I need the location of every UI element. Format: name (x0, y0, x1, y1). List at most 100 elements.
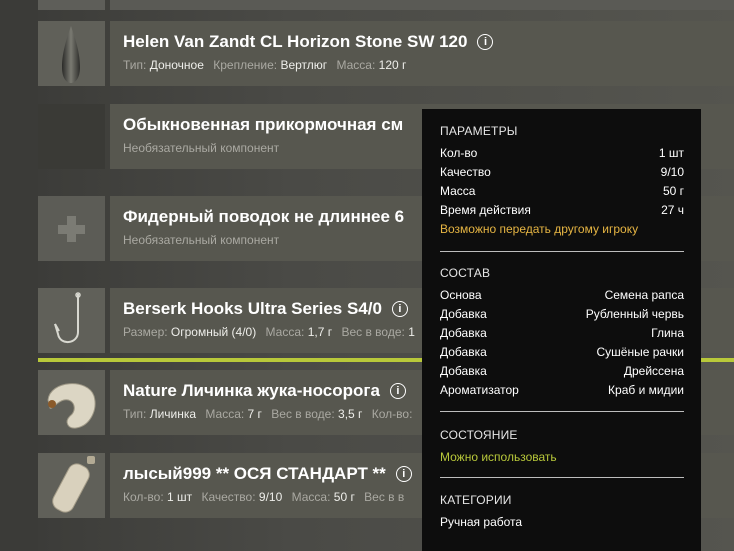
prop-value: Вертлюг (280, 58, 328, 72)
composition-row: Ароматизатор Краб и мидии (440, 383, 684, 397)
item-panel[interactable] (110, 21, 734, 86)
prop-key: Качество: (201, 490, 256, 504)
prop-key: Масса: (205, 407, 245, 421)
item-title: Обыкновенная прикормочная см (123, 115, 404, 134)
prop-value: 1 (408, 325, 415, 339)
prop-value: 1,7 г (307, 325, 333, 339)
item-title: Nature Личинка жука-носорога i (123, 381, 406, 401)
composition-label: Добавка (440, 307, 487, 321)
composition-row: Добавка Дрейссена (440, 364, 684, 378)
param-row: Масса 50 г (440, 184, 684, 198)
prop-key: Масса: (265, 325, 305, 339)
bait-thumb[interactable] (38, 453, 105, 518)
info-icon[interactable]: i (391, 301, 408, 317)
item-title: Фидерный поводок не длиннее 6 (123, 207, 405, 226)
prop-key: Вес в в (364, 490, 405, 504)
previous-row-panel (110, 0, 734, 10)
composition-row: Добавка Рубленный червь (440, 307, 684, 321)
composition-value: Дрейссена (623, 364, 684, 378)
item-title-text: лысый999 ** ОСЯ СТАНДАРТ ** (123, 464, 386, 483)
composition-value: Краб и мидии (608, 383, 684, 397)
divider (440, 477, 684, 478)
item-title-text: Nature Личинка жука-носорога (123, 381, 380, 400)
left-strip (0, 0, 38, 551)
plus-icon (58, 216, 85, 242)
item-props: Тип: Доночное Крепление: Вертлюг Масса: … (123, 58, 406, 72)
item-note: Необязательный компонент (123, 141, 280, 155)
composition-label: Добавка (440, 364, 487, 378)
param-value: 27 ч (661, 203, 684, 217)
prop-value: Огромный (4/0) (170, 325, 257, 339)
composition-label: Ароматизатор (440, 383, 519, 397)
prop-key: Кол-во: (123, 490, 164, 504)
state-value: Можно использовать (440, 450, 557, 464)
item-title-text: Berserk Hooks Ultra Series S4/0 (123, 299, 382, 318)
param-label: Время действия (440, 203, 531, 217)
param-value: 1 шт (658, 146, 684, 160)
item-title-text: Helen Van Zandt CL Horizon Stone SW 120 (123, 32, 468, 51)
info-icon[interactable]: i (389, 383, 406, 399)
add-slot[interactable] (38, 196, 105, 261)
categories-value: Ручная работа (440, 515, 523, 529)
param-row: Качество 9/10 (440, 165, 684, 179)
prop-key: Вес в воде: (341, 325, 405, 339)
prop-key: Крепление: (213, 58, 278, 72)
item-row-sinker[interactable]: Helen Van Zandt CL Horizon Stone SW 120 i… (38, 21, 734, 86)
sinker-icon (62, 26, 80, 83)
hook-thumb[interactable] (38, 288, 105, 353)
divider (440, 251, 684, 252)
param-value: 50 г (662, 184, 684, 198)
prop-value: 9/10 (258, 490, 283, 504)
param-label: Масса (440, 184, 476, 198)
info-icon[interactable]: i (477, 34, 494, 50)
composition-label: Добавка (440, 345, 487, 359)
composition-value: Семена рапса (604, 288, 684, 302)
item-title: лысый999 ** ОСЯ СТАНДАРТ ** i (123, 464, 412, 484)
prop-key: Размер: (123, 325, 168, 339)
transfer-note: Возможно передать другому игроку (440, 222, 639, 236)
item-title: Helen Van Zandt CL Horizon Stone SW 120 i (123, 32, 494, 52)
prop-value: 7 г (247, 407, 262, 421)
composition-label: Добавка (440, 326, 487, 340)
empty-slot[interactable] (38, 104, 105, 169)
composition-value: Рубленный червь (585, 307, 684, 321)
params-title: ПАРАМЕТРЫ (440, 124, 518, 138)
composition-label: Основа (440, 288, 482, 302)
item-note: Необязательный компонент (123, 233, 280, 247)
param-row: Кол-во 1 шт (440, 146, 684, 160)
prop-value: 50 г (333, 490, 355, 504)
bait-ball-icon (52, 456, 95, 513)
prop-value: 3,5 г (338, 407, 363, 421)
previous-row-edge (38, 0, 734, 10)
prop-value: Доночное (149, 58, 204, 72)
composition-title: СОСТАВ (440, 266, 491, 280)
item-title: Berserk Hooks Ultra Series S4/0 i (123, 299, 408, 319)
prop-value: 1 шт (167, 490, 193, 504)
info-icon[interactable]: i (395, 466, 412, 482)
prop-key: Масса: (336, 58, 376, 72)
composition-row: Добавка Сушёные рачки (440, 345, 684, 359)
param-value: 9/10 (660, 165, 684, 179)
prop-value: Личинка (149, 407, 197, 421)
composition-value: Глина (651, 326, 684, 340)
item-props: Тип: Личинка Масса: 7 г Вес в воде: 3,5 … (123, 407, 412, 421)
previous-row-thumb (38, 0, 105, 10)
prop-key: Кол-во: (371, 407, 413, 421)
composition-row: Основа Семена рапса (440, 288, 684, 302)
param-label: Кол-во (440, 146, 478, 160)
prop-key: Тип: (123, 58, 147, 72)
item-props: Кол-во: 1 шт Качество: 9/10 Масса: 50 г … (123, 490, 404, 504)
composition-value: Сушёные рачки (596, 345, 684, 359)
prop-key: Тип: (123, 407, 147, 421)
composition-row: Добавка Глина (440, 326, 684, 340)
param-row: Время действия 27 ч (440, 203, 684, 217)
param-label: Качество (440, 165, 491, 179)
item-props: Размер: Огромный (4/0) Масса: 1,7 г Вес … (123, 325, 415, 339)
prop-key: Вес в воде: (271, 407, 335, 421)
categories-title: КАТЕГОРИИ (440, 493, 512, 507)
item-tooltip: ПАРАМЕТРЫ Кол-во 1 шт Качество 9/10 Масса 5… (422, 109, 701, 551)
larva-icon (47, 383, 96, 429)
larva-thumb[interactable] (38, 370, 105, 435)
sinker-thumb[interactable] (38, 21, 105, 86)
prop-value: 120 г (378, 58, 407, 72)
